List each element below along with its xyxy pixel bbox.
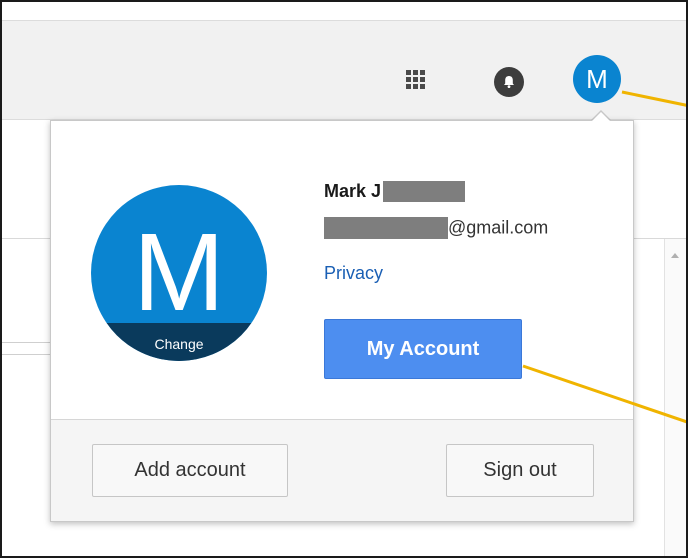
screenshot-frame: M M Change Mark J @gmail.com Privacy My …: [0, 0, 688, 558]
callout-annotations: [522, 90, 686, 424]
callout-line-my-account: [522, 364, 686, 424]
callout-line-avatar: [621, 90, 686, 107]
